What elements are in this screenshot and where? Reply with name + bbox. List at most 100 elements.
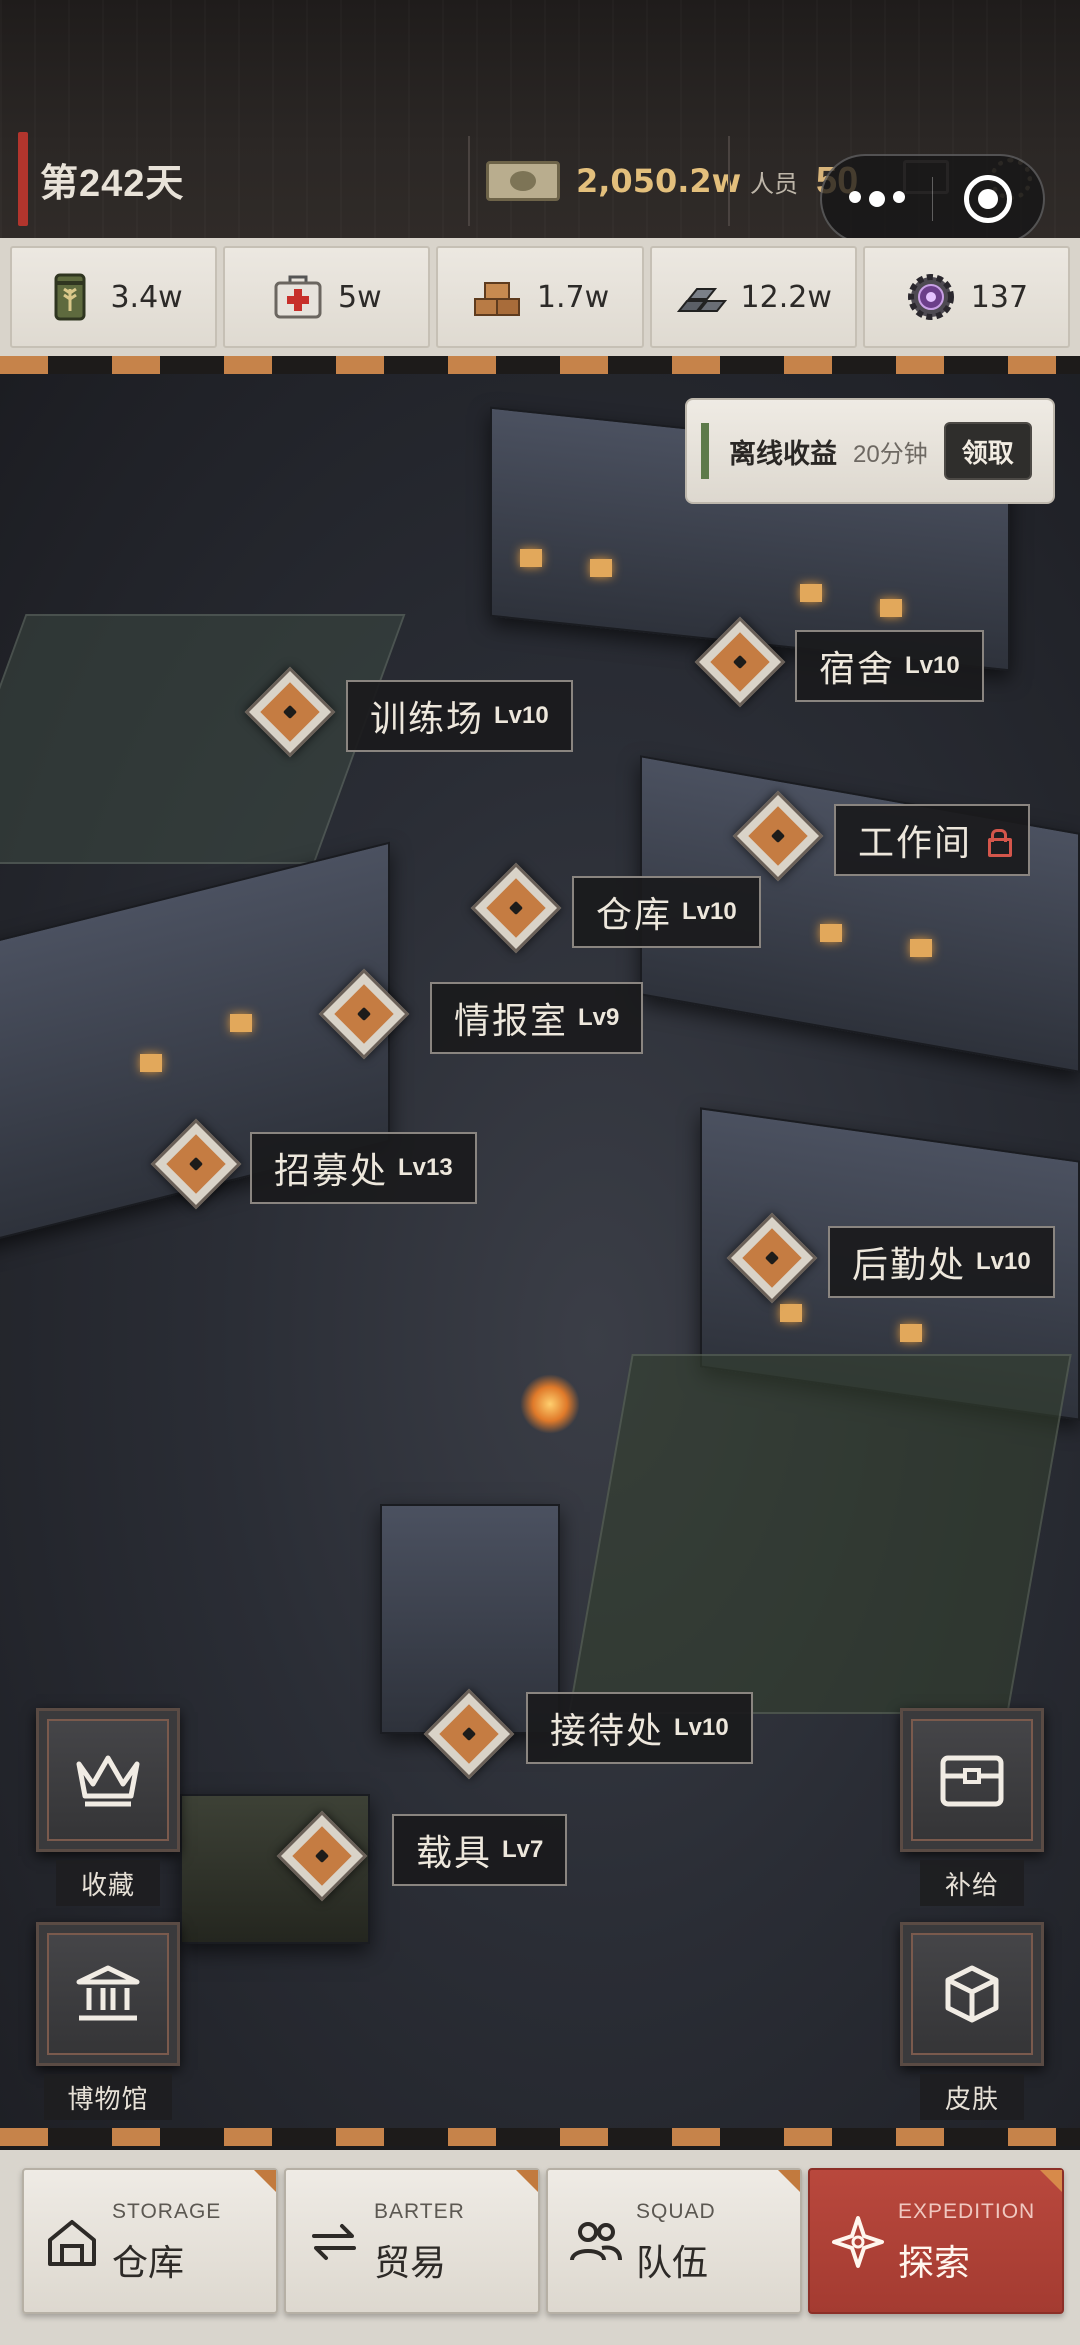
label-intel[interactable]: 情报室 Lv9 xyxy=(430,982,644,1054)
exchange-arrows-icon xyxy=(312,2224,356,2260)
vehicle-name: 载具 xyxy=(416,1832,493,1873)
nav-expedition[interactable]: EXPEDITION 探索 xyxy=(808,2168,1064,2314)
app-root: 第242天 2,050.2w 人员 50 3.4w xyxy=(0,0,1080,2345)
offline-income-panel: 离线收益 20分钟 领取 xyxy=(685,398,1055,504)
intel-name: 情报室 xyxy=(454,1000,569,1041)
warehouse-level: Lv10 xyxy=(682,898,737,925)
label-reception[interactable]: 接待处 Lv10 xyxy=(526,1692,753,1764)
recruit-name: 招募处 xyxy=(274,1150,389,1191)
cube-icon xyxy=(945,1965,999,2023)
label-warehouse[interactable]: 仓库 Lv10 xyxy=(572,876,761,948)
label-training[interactable]: 训练场 Lv10 xyxy=(346,680,573,752)
lit-window xyxy=(800,584,822,602)
people-icon xyxy=(570,2222,622,2261)
nav-squad-en: SQUAD xyxy=(636,2200,716,2223)
museum-icon xyxy=(76,1965,140,2021)
resource-wood[interactable]: 1.7w xyxy=(436,246,644,348)
day-accent-bar xyxy=(18,132,28,226)
label-dormitory[interactable]: 宿舍 Lv10 xyxy=(795,630,984,702)
resource-grain[interactable]: 3.4w xyxy=(10,246,218,348)
lit-window xyxy=(910,939,932,957)
skin-label: 皮肤 xyxy=(920,2074,1024,2120)
offline-accent-bar xyxy=(701,423,709,479)
bottom-nav: STORAGE 仓库 BARTER 贸易 SQUAD 队伍 EXPEDITION… xyxy=(0,2150,1080,2345)
label-logistics[interactable]: 后勤处 Lv10 xyxy=(828,1226,1055,1298)
home-icon xyxy=(48,2220,96,2266)
reception-level: Lv10 xyxy=(674,1714,729,1741)
offline-title: 离线收益 xyxy=(729,438,837,469)
logistics-name: 后勤处 xyxy=(852,1244,967,1285)
wood-planks-icon xyxy=(471,271,523,323)
day-counter: 第242天 xyxy=(18,132,184,226)
reception-name: 接待处 xyxy=(550,1710,665,1751)
medkit-icon xyxy=(272,271,324,323)
resource-medkit[interactable]: 5w xyxy=(223,246,431,348)
resource-bar: 3.4w 5w 1.7w 12.2w 137 xyxy=(0,238,1080,356)
close-target-icon[interactable] xyxy=(933,175,1043,223)
campfire xyxy=(520,1374,580,1434)
nav-expedition-en: EXPEDITION xyxy=(898,2200,1036,2223)
training-name: 训练场 xyxy=(370,698,485,739)
nav-storage-en: STORAGE xyxy=(112,2200,222,2223)
training-level: Lv10 xyxy=(494,702,549,729)
warehouse-name: 仓库 xyxy=(596,894,673,935)
logistics-level: Lv10 xyxy=(976,1248,1031,1275)
lit-window xyxy=(230,1014,252,1032)
lit-window xyxy=(520,549,542,567)
supply-label: 补给 xyxy=(920,1860,1024,1906)
resource-chip[interactable]: 137 xyxy=(862,246,1071,348)
lit-window xyxy=(590,559,612,577)
supply-box-icon xyxy=(940,1755,1004,1807)
resource-steel-value: 12.2w xyxy=(740,279,832,315)
nav-barter-en: BARTER xyxy=(374,2200,465,2223)
label-vehicle[interactable]: 载具 Lv7 xyxy=(392,1814,568,1886)
nav-squad-cn: 队伍 xyxy=(636,2242,709,2283)
intel-level: Lv9 xyxy=(578,1004,620,1031)
workshop-name: 工作间 xyxy=(858,822,973,863)
vehicle-level: Lv7 xyxy=(502,1836,544,1863)
miniprogram-capsule xyxy=(820,154,1045,244)
nav-storage-cn: 仓库 xyxy=(112,2242,185,2283)
base-map[interactable]: 离线收益 20分钟 领取 宿舍 Lv10 训练场 Lv10 工作间 仓库 Lv1… xyxy=(0,374,1080,2129)
nav-barter[interactable]: BARTER 贸易 xyxy=(284,2168,540,2314)
museum-label: 博物馆 xyxy=(44,2074,172,2120)
recruit-level: Lv13 xyxy=(398,1154,453,1181)
sports-court xyxy=(0,614,406,864)
offline-duration: 20分钟 xyxy=(853,440,928,468)
gear-chip-icon xyxy=(905,271,957,323)
marker-warehouse[interactable] xyxy=(470,862,562,954)
compass-star-icon xyxy=(832,2216,884,2268)
resource-wood-value: 1.7w xyxy=(536,279,610,315)
lit-window xyxy=(820,924,842,942)
nav-squad[interactable]: SQUAD 队伍 xyxy=(546,2168,802,2314)
collection-label: 收藏 xyxy=(56,1860,160,1906)
resource-steel[interactable]: 12.2w xyxy=(649,246,857,348)
money-display[interactable]: 2,050.2w xyxy=(468,136,741,226)
resource-medkit-value: 5w xyxy=(337,279,382,315)
collection-button[interactable] xyxy=(36,1708,180,1852)
label-recruit[interactable]: 招募处 Lv13 xyxy=(250,1132,477,1204)
more-dots-icon[interactable] xyxy=(822,191,932,207)
grain-bag-icon xyxy=(44,271,96,323)
cash-icon xyxy=(484,157,562,205)
museum-button[interactable] xyxy=(36,1922,180,2066)
nav-storage[interactable]: STORAGE 仓库 xyxy=(22,2168,278,2314)
claim-button[interactable]: 领取 xyxy=(943,422,1032,480)
hazard-divider-top xyxy=(0,356,1080,374)
lit-window xyxy=(780,1304,802,1322)
steel-ingots-icon xyxy=(675,271,727,323)
resource-chip-value: 137 xyxy=(970,279,1029,315)
lit-window xyxy=(900,1324,922,1342)
label-workshop[interactable]: 工作间 xyxy=(834,804,1031,876)
money-value: 2,050.2w xyxy=(576,162,742,200)
nav-barter-cn: 贸易 xyxy=(374,2242,447,2283)
resource-grain-value: 3.4w xyxy=(110,279,183,315)
lock-icon xyxy=(988,829,1013,857)
top-bar: 第242天 2,050.2w 人员 50 xyxy=(0,0,1080,244)
hazard-divider-bottom xyxy=(0,2128,1080,2146)
dormitory-name: 宿舍 xyxy=(819,648,896,689)
supply-button[interactable] xyxy=(900,1708,1044,1852)
skin-button[interactable] xyxy=(900,1922,1044,2066)
crown-icon xyxy=(76,1755,140,1807)
garden-plots xyxy=(568,1354,1072,1714)
